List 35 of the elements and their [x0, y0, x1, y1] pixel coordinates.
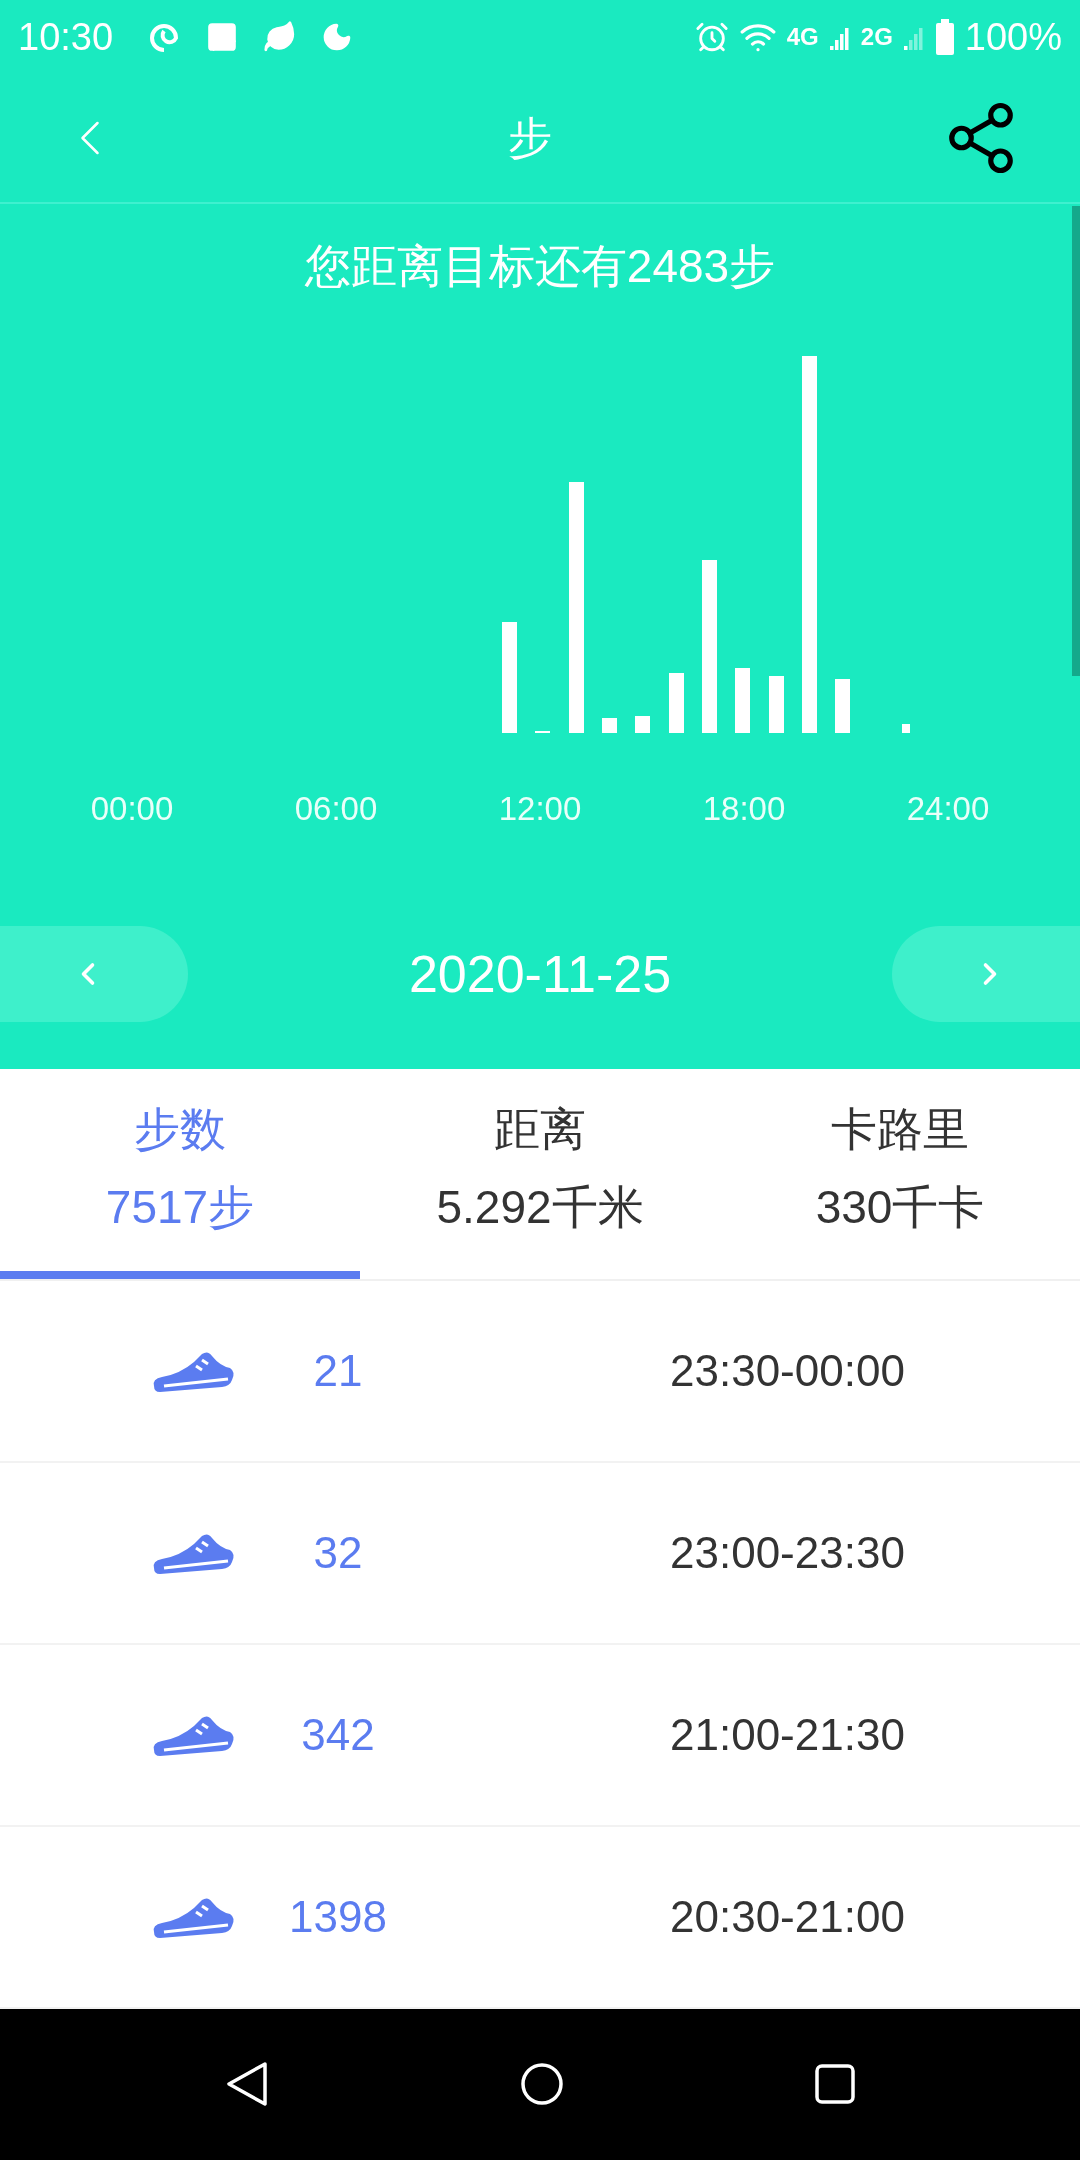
recents-nav-button[interactable] [814, 2064, 855, 2105]
chart-bar [635, 716, 650, 733]
time-range: 23:30-00:00 [670, 1344, 905, 1397]
chart-bar [769, 676, 784, 733]
battery-level: 100% [964, 14, 1062, 60]
network-label: 2G [860, 22, 893, 52]
chart-bar [602, 718, 617, 733]
time-range: 23:00-23:30 [670, 1526, 905, 1579]
time-axis-label: 00:00 [90, 789, 174, 829]
date-label: 2020-11-25 [407, 943, 673, 1005]
time-axis-label: 18:00 [702, 789, 786, 829]
step-count: 1398 [289, 1890, 387, 1943]
step-count: 342 [301, 1708, 375, 1761]
chart-bar [669, 673, 684, 733]
chart-bar [735, 668, 750, 733]
time-range: 21:00-21:30 [670, 1708, 905, 1761]
goal-message: 您距离目标还有2483步 [304, 239, 776, 294]
time-range: 20:30-21:00 [670, 1890, 905, 1943]
battery-icon [934, 19, 955, 55]
back-nav-button[interactable] [225, 2060, 270, 2109]
metric-tab[interactable]: 距离 5.292千米 [360, 1069, 720, 1279]
alarm-icon [694, 20, 729, 54]
status-time: 10:30 [18, 14, 114, 60]
network-label: 4G [786, 22, 819, 52]
chart-bar [902, 724, 910, 733]
time-axis-label: 24:00 [906, 789, 990, 829]
metric-tab[interactable]: 步数 7517步 [0, 1069, 360, 1279]
home-nav-button[interactable] [520, 2062, 564, 2107]
step-count: 21 [313, 1344, 363, 1397]
time-axis-label: 06:00 [294, 789, 378, 829]
time-axis-label: 12:00 [498, 789, 582, 829]
chart-bar [835, 679, 850, 733]
page-title: 步 [507, 112, 553, 164]
metric-tab[interactable]: 卡路里 330千卡 [720, 1069, 1080, 1279]
step-count: 32 [313, 1526, 363, 1579]
